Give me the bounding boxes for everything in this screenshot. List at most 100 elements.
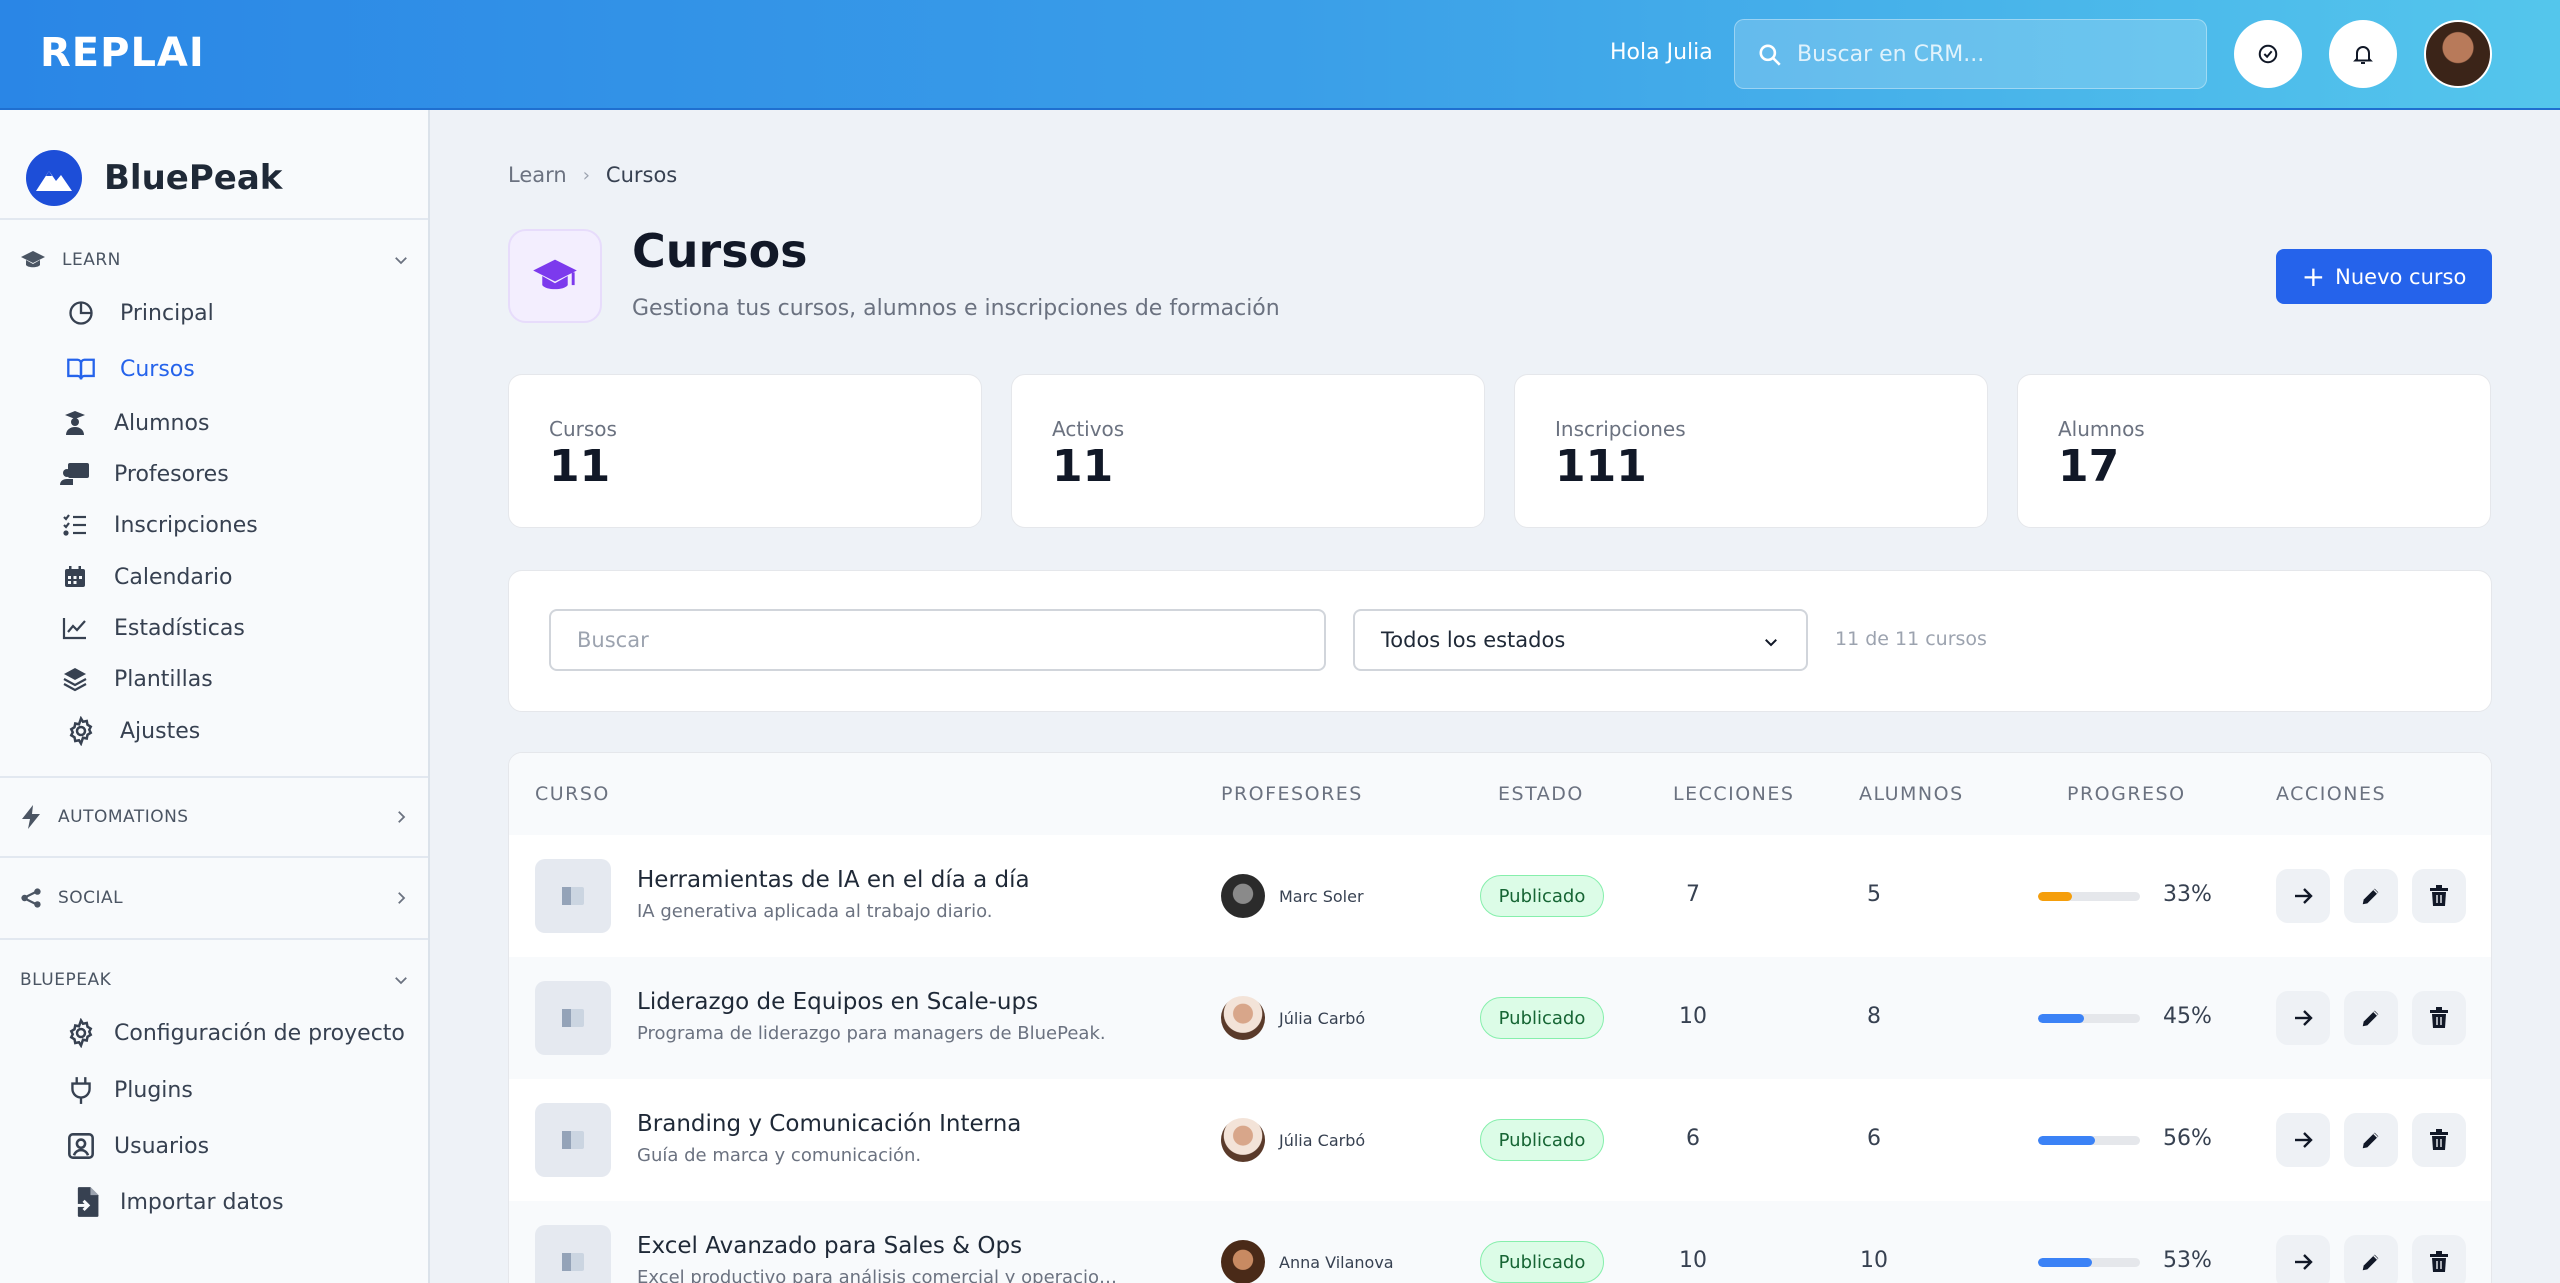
table-row[interactable]: Herramientas de IA en el día a día IA gen…	[509, 835, 2491, 957]
stat-card-inscripciones: Inscripciones 111	[1514, 374, 1988, 528]
section-learn[interactable]: LEARN	[20, 245, 410, 275]
delete-course-button[interactable]	[2412, 991, 2466, 1045]
progress-bar	[2038, 892, 2140, 901]
sidebar-item-profesores[interactable]: Profesores	[60, 454, 229, 494]
sidebar-item-inscripciones[interactable]: Inscripciones	[60, 505, 258, 545]
divider	[0, 218, 428, 220]
trash-icon	[2430, 1007, 2448, 1028]
sidebar-item-estadisticas[interactable]: Estadísticas	[60, 608, 245, 648]
chevron-down-icon	[1765, 639, 1777, 647]
global-search-input[interactable]	[1797, 20, 2197, 88]
teacher-cell: Anna Vilanova	[1221, 1240, 1394, 1283]
chevron-right-icon	[398, 892, 406, 904]
sidebar-item-label: Plugins	[114, 1077, 193, 1103]
progress-percent: 56%	[2163, 1126, 2212, 1151]
tasks-button[interactable]	[2234, 20, 2302, 88]
gear-icon	[66, 1018, 96, 1048]
result-count: 11 de 11 cursos	[1835, 628, 1987, 650]
divider	[0, 856, 428, 858]
new-course-button[interactable]: + Nuevo curso	[2276, 249, 2492, 304]
sidebar-item-plantillas[interactable]: Plantillas	[60, 659, 213, 699]
edit-course-button[interactable]	[2344, 1113, 2398, 1167]
teacher-name: Júlia Carbó	[1279, 1130, 1366, 1150]
course-title[interactable]: Excel Avanzado para Sales & Ops	[637, 1233, 1022, 1259]
status-select[interactable]: Todos los estados	[1353, 609, 1808, 671]
column-header-teachers: PROFESORES	[1221, 783, 1363, 805]
brand[interactable]: BluePeak	[26, 150, 282, 206]
pencil-icon	[2362, 1254, 2379, 1271]
open-course-button[interactable]	[2276, 1235, 2330, 1283]
line-chart-icon	[60, 613, 90, 643]
layers-icon	[60, 664, 90, 694]
list-check-icon	[60, 510, 90, 540]
edit-course-button[interactable]	[2344, 1235, 2398, 1283]
share-icon	[21, 888, 41, 908]
students-count: 10	[1860, 1248, 1888, 1273]
trash-icon	[2430, 1251, 2448, 1272]
sidebar-item-label: Principal	[120, 300, 214, 326]
teacher-cell: Marc Soler	[1221, 874, 1364, 918]
column-header-course: CURSO	[535, 783, 610, 805]
column-header-students: ALUMNOS	[1859, 783, 1964, 805]
table-row[interactable]: Excel Avanzado para Sales & Ops Excel pro…	[509, 1201, 2491, 1283]
lightning-icon	[22, 805, 40, 829]
course-search-input[interactable]	[549, 609, 1326, 671]
edit-course-button[interactable]	[2344, 869, 2398, 923]
open-course-button[interactable]	[2276, 991, 2330, 1045]
check-circle-icon	[2258, 44, 2278, 64]
sidebar-item-label: Usuarios	[114, 1133, 210, 1159]
delete-course-button[interactable]	[2412, 1235, 2466, 1283]
sidebar-item-label: Profesores	[114, 461, 229, 487]
progress-bar	[2038, 1258, 2140, 1267]
table-header: CURSO PROFESORES ESTADO LECCIONES ALUMNO…	[509, 753, 2491, 835]
course-title[interactable]: Liderazgo de Equipos en Scale-ups	[637, 989, 1038, 1015]
progress-fill	[2038, 1014, 2084, 1023]
breadcrumb-root[interactable]: Learn	[508, 163, 567, 187]
course-title[interactable]: Branding y Comunicación Interna	[637, 1111, 1021, 1137]
status-badge: Publicado	[1480, 1241, 1604, 1283]
chevron-right-icon: ›	[582, 164, 590, 186]
notifications-button[interactable]	[2329, 20, 2397, 88]
section-label: AUTOMATIONS	[58, 807, 189, 827]
table-row[interactable]: Liderazgo de Equipos en Scale-ups Program…	[509, 957, 2491, 1079]
section-social[interactable]: SOCIAL	[20, 883, 410, 913]
delete-course-button[interactable]	[2412, 1113, 2466, 1167]
teacher-avatar	[1221, 1240, 1265, 1283]
course-description: IA generativa aplicada al trabajo diario…	[637, 901, 993, 922]
course-thumbnail	[535, 1103, 611, 1177]
table-row[interactable]: Branding y Comunicación Interna Guía de m…	[509, 1079, 2491, 1201]
teacher-avatar	[1221, 996, 1265, 1040]
open-course-button[interactable]	[2276, 1113, 2330, 1167]
status-select-value: Todos los estados	[1381, 628, 1566, 652]
sidebar-item-calendario[interactable]: Calendario	[60, 557, 233, 597]
status-badge: Publicado	[1480, 1119, 1604, 1161]
arrow-right-icon	[2295, 888, 2313, 904]
sidebar-item-label: Alumnos	[114, 410, 210, 436]
page-title: Cursos	[632, 224, 808, 278]
sidebar-item-alumnos[interactable]: Alumnos	[60, 403, 209, 443]
arrow-right-icon	[2295, 1132, 2313, 1148]
sidebar-item-cursos[interactable]: Cursos	[66, 349, 195, 389]
sidebar-item-importar[interactable]: Importar datos	[72, 1182, 284, 1222]
section-bluepeak[interactable]: BLUEPEAK	[20, 965, 410, 995]
sidebar-item-label: Plantillas	[114, 666, 213, 692]
edit-course-button[interactable]	[2344, 991, 2398, 1045]
students-count: 5	[1867, 882, 1881, 907]
stat-label: Alumnos	[2058, 417, 2145, 441]
app-logo[interactable]: REPLAI	[40, 30, 205, 76]
open-course-button[interactable]	[2276, 869, 2330, 923]
user-avatar[interactable]	[2424, 20, 2492, 88]
sidebar-item-plugins[interactable]: Plugins	[66, 1070, 193, 1110]
section-automations[interactable]: AUTOMATIONS	[20, 802, 410, 832]
pencil-icon	[2362, 888, 2379, 905]
teacher-avatar	[1221, 874, 1265, 918]
sidebar-item-configuracion[interactable]: Configuración de proyecto	[66, 1013, 405, 1053]
delete-course-button[interactable]	[2412, 869, 2466, 923]
sidebar-item-usuarios[interactable]: Usuarios	[66, 1126, 209, 1166]
sidebar-item-principal[interactable]: Principal	[66, 293, 214, 333]
status-badge: Publicado	[1480, 875, 1604, 917]
plug-icon	[66, 1075, 96, 1105]
brand-name: BluePeak	[104, 158, 283, 198]
course-title[interactable]: Herramientas de IA en el día a día	[637, 867, 1030, 893]
sidebar-item-ajustes[interactable]: Ajustes	[66, 711, 200, 751]
